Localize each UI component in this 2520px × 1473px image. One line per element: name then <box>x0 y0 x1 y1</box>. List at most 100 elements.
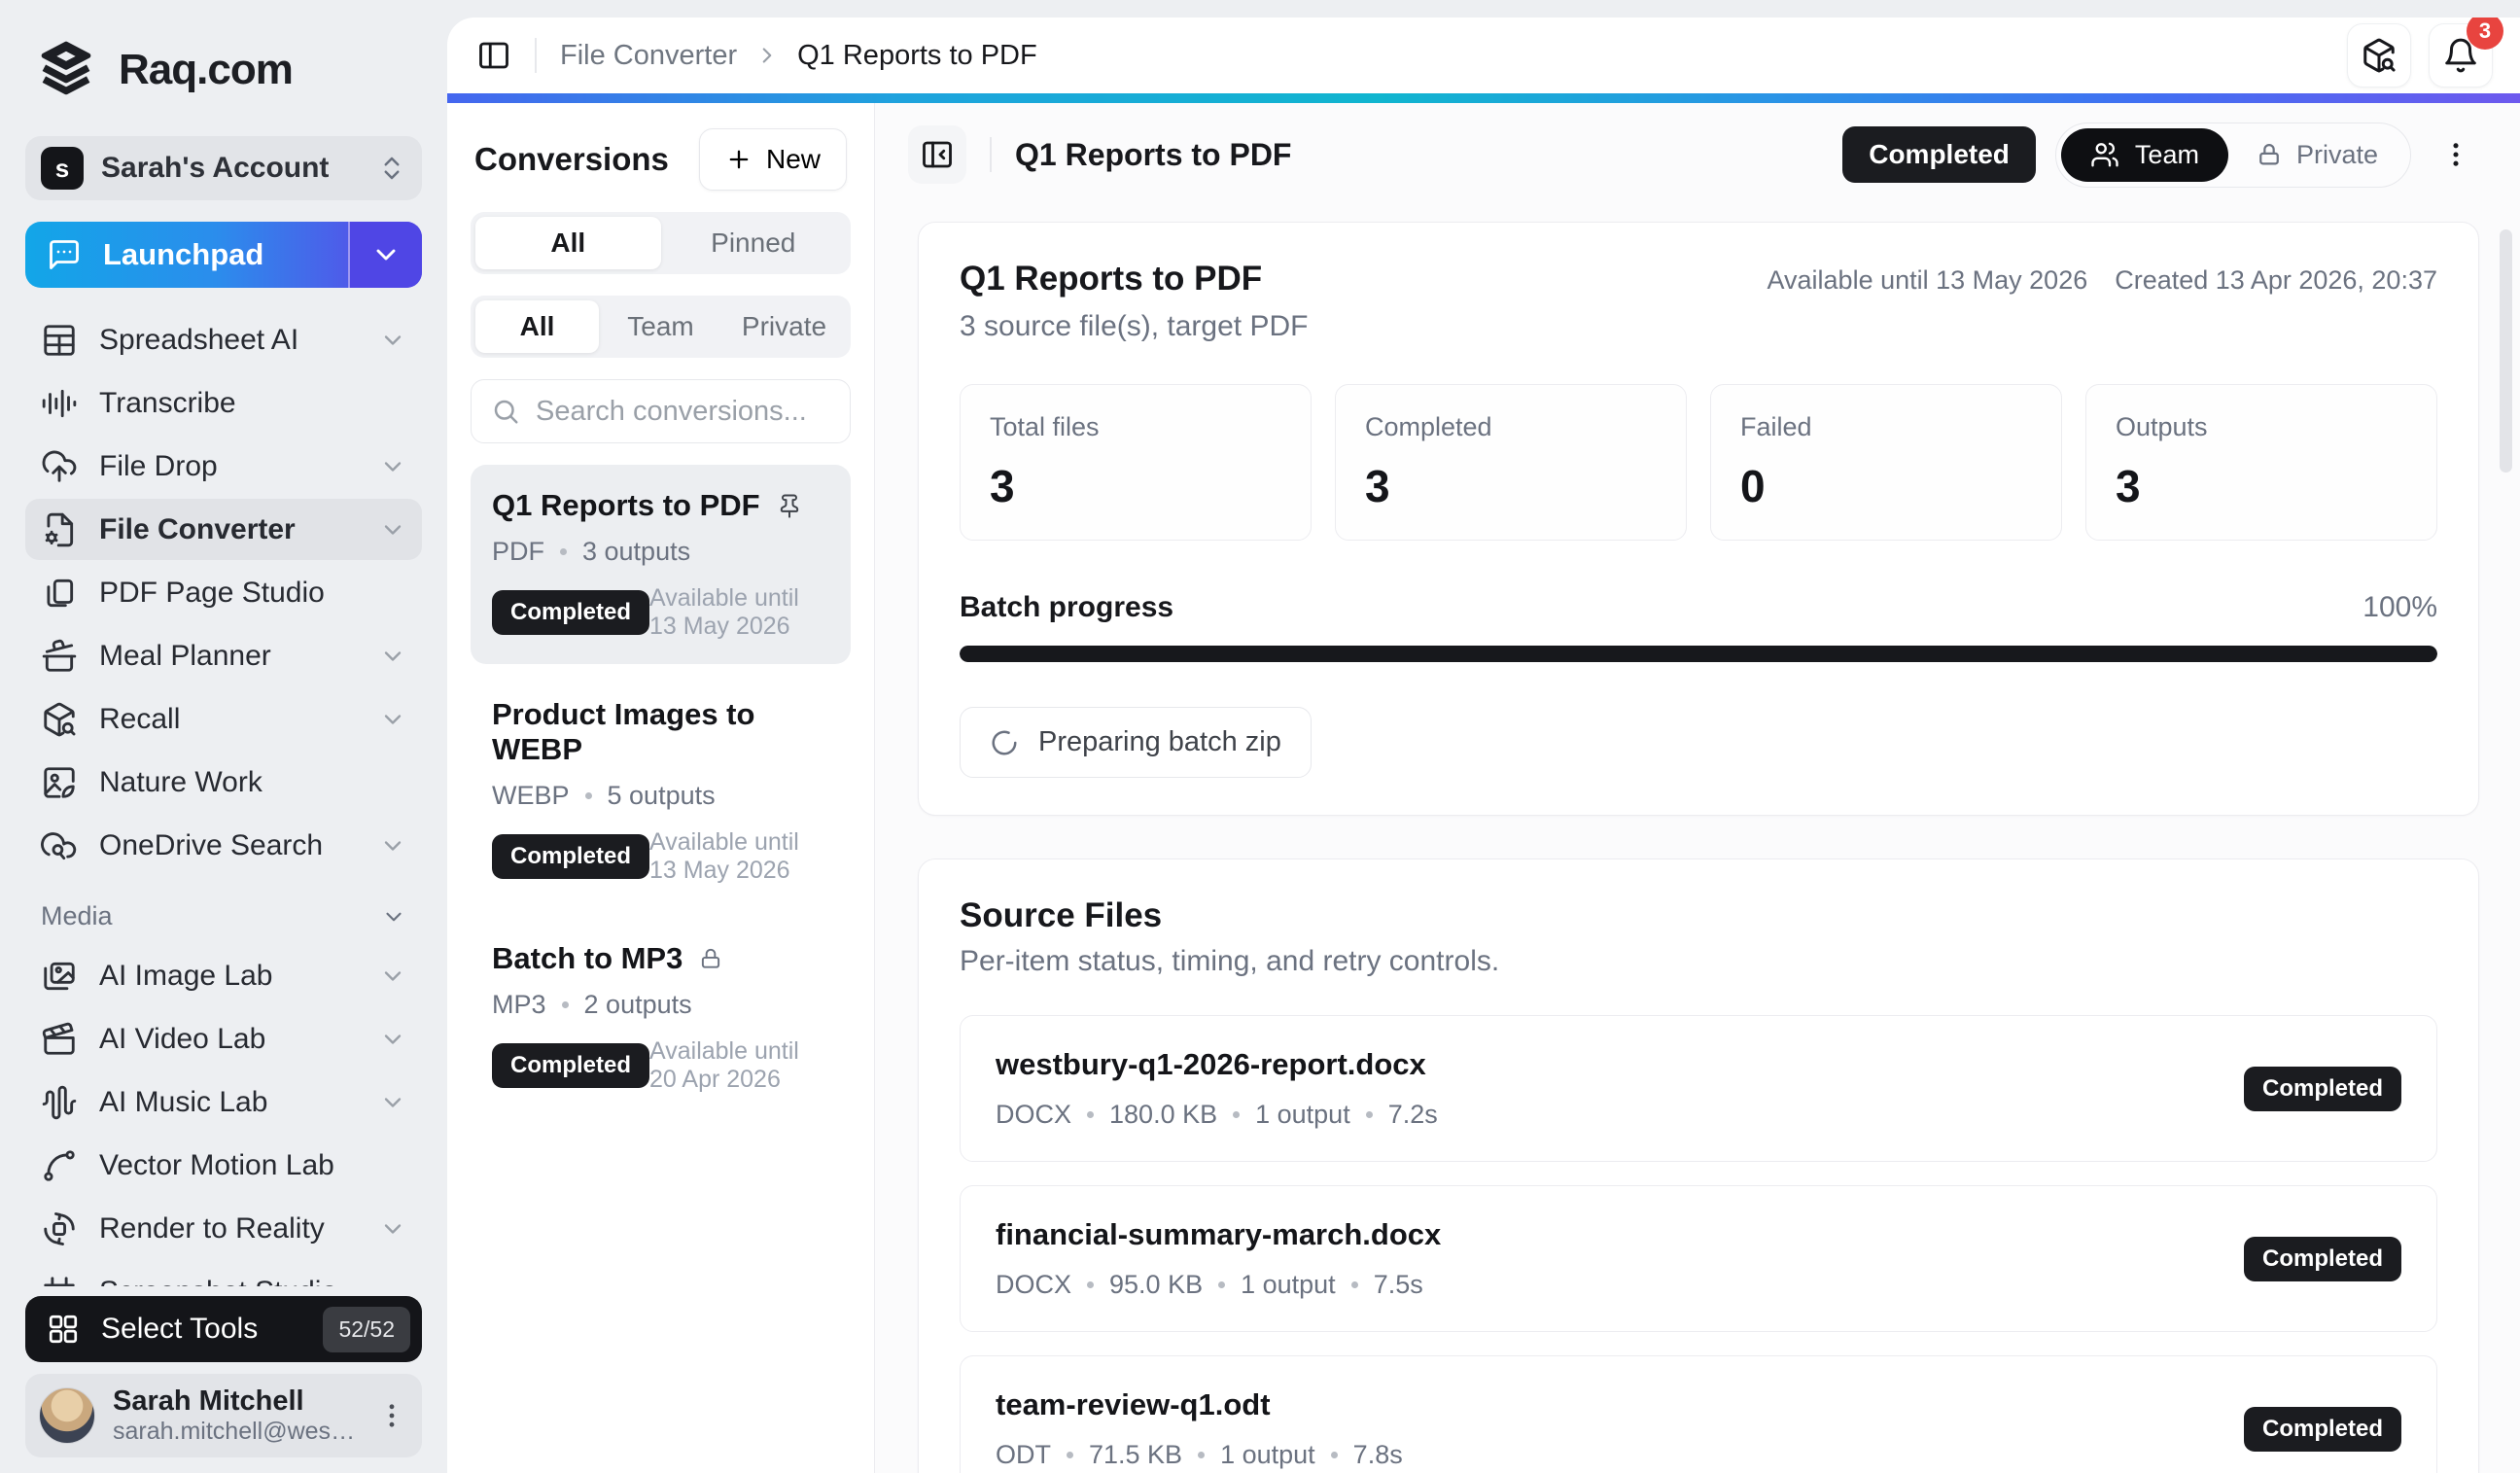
bullet-separator <box>1218 1281 1225 1288</box>
sidebar-item-spreadsheet-ai[interactable]: Spreadsheet AI <box>25 309 422 370</box>
batch-overview-card: Q1 Reports to PDF 3 source file(s), targ… <box>918 222 2479 816</box>
sidebar-toggle-button[interactable] <box>476 38 511 73</box>
conversion-item[interactable]: Batch to MP3 MP3 2 outputs Completed Ava… <box>471 918 851 1117</box>
conversions-header: Conversions New <box>471 124 851 191</box>
file-meta: DOCX 95.0 KB 1 output 7.5s <box>996 1270 1441 1300</box>
search-box <box>471 379 851 443</box>
chevron-down-icon <box>379 832 406 859</box>
sidebar-item-onedrive-search[interactable]: OneDrive Search <box>25 815 422 876</box>
account-switcher[interactable]: s Sarah's Account <box>25 136 422 200</box>
conversion-format: PDF <box>492 537 544 567</box>
launchpad-main[interactable]: Launchpad <box>25 222 348 288</box>
kebab-icon <box>2439 138 2472 171</box>
conversion-item[interactable]: Product Images to WEBP WEBP 5 outputs Co… <box>471 674 851 908</box>
panel-collapse-button[interactable] <box>908 125 966 184</box>
availability-text: Available until 20 Apr 2026 <box>649 1037 829 1094</box>
file-cog-icon <box>41 511 78 548</box>
sidebar-item-screenshot-studio[interactable]: Screenshot Studio <box>25 1261 422 1286</box>
progress-label: Batch progress <box>960 591 1173 624</box>
chevron-down-icon <box>379 516 406 544</box>
user-info: Sarah Mitchell sarah.mitchell@westbur... <box>113 1385 358 1446</box>
page-title: Q1 Reports to PDF <box>1015 137 1291 173</box>
sidebar-item-ai-image-lab[interactable]: AI Image Lab <box>25 945 422 1006</box>
tab-scope-all[interactable]: All <box>475 300 599 353</box>
sidebar-item-transcribe[interactable]: Transcribe <box>25 372 422 434</box>
lock-icon <box>2256 141 2283 168</box>
scrollbar-thumb[interactable] <box>2500 229 2512 473</box>
conversion-outputs: 3 outputs <box>582 537 690 567</box>
tab-all[interactable]: All <box>475 217 661 269</box>
sidebar-item-pdf-page-studio[interactable]: PDF Page Studio <box>25 562 422 623</box>
plus-icon <box>725 146 752 173</box>
main-area: File Converter Q1 Reports to PDF 3 Conve… <box>447 18 2520 1473</box>
stat-failed: Failed 0 <box>1710 384 2062 541</box>
cloud-upload-icon <box>41 448 78 485</box>
app-screen: Raq.com s Sarah's Account Launchpad <box>0 0 2520 1473</box>
tab-scope-private[interactable]: Private <box>722 300 846 353</box>
new-conversion-button[interactable]: New <box>699 128 847 191</box>
progress-bar-fill <box>960 646 2437 662</box>
content-scroll[interactable]: Q1 Reports to PDF 3 source file(s), targ… <box>875 193 2520 1473</box>
sidebar-item-meal-planner[interactable]: Meal Planner <box>25 625 422 686</box>
notifications-button[interactable]: 3 <box>2429 23 2493 88</box>
stat-outputs: Outputs 3 <box>2085 384 2437 541</box>
user-card[interactable]: Sarah Mitchell sarah.mitchell@westbur... <box>25 1374 422 1457</box>
sidebar-item-render-to-reality[interactable]: Render to Reality <box>25 1198 422 1259</box>
status-badge: Completed <box>492 590 649 635</box>
package-search-icon <box>41 701 78 738</box>
package-search-icon <box>2361 37 2398 74</box>
chat-bubble-icon <box>47 237 82 272</box>
user-menu-button[interactable] <box>375 1399 408 1432</box>
divider <box>535 38 537 73</box>
search-input[interactable] <box>536 396 830 428</box>
launchpad-button[interactable]: Launchpad <box>25 222 422 288</box>
sidebar-item-ai-music-lab[interactable]: AI Music Lab <box>25 1071 422 1133</box>
chevron-down-icon <box>379 1215 406 1243</box>
breadcrumb: File Converter Q1 Reports to PDF <box>560 40 1037 72</box>
launchpad-expand-button[interactable] <box>348 222 422 288</box>
bullet-separator <box>1366 1111 1373 1118</box>
visibility-private-button[interactable]: Private <box>2228 128 2405 182</box>
chevron-down-icon <box>379 453 406 480</box>
layout-grid-icon <box>47 1313 80 1346</box>
bullet-separator <box>1331 1452 1338 1458</box>
sidebar-item-recall[interactable]: Recall <box>25 688 422 750</box>
conversion-item[interactable]: Q1 Reports to PDF PDF 3 outputs Complete… <box>471 465 851 664</box>
chevron-down-icon <box>379 963 406 990</box>
select-tools-button[interactable]: Select Tools 52/52 <box>25 1296 422 1362</box>
spline-icon <box>41 1147 78 1184</box>
more-options-button[interactable] <box>2431 129 2481 180</box>
pin-icon <box>776 492 803 519</box>
sidebar: Raq.com s Sarah's Account Launchpad <box>0 0 447 1473</box>
bullet-separator <box>560 548 567 555</box>
sidebar-item-nature-work[interactable]: Nature Work <box>25 752 422 813</box>
chevron-down-icon <box>379 1089 406 1116</box>
file-row[interactable]: team-review-q1.odt ODT 71.5 KB 1 output <box>960 1355 2437 1473</box>
created-text: Created 13 Apr 2026, 20:37 <box>2115 265 2437 296</box>
breadcrumb-section[interactable]: File Converter <box>560 40 737 72</box>
pages-icon <box>41 575 78 612</box>
file-row[interactable]: westbury-q1-2026-report.docx DOCX 180.0 … <box>960 1015 2437 1162</box>
tools-count-badge: 52/52 <box>323 1307 410 1352</box>
preparing-zip-button[interactable]: Preparing batch zip <box>960 707 1312 778</box>
conversion-outputs: 5 outputs <box>608 781 716 811</box>
sidebar-section-media[interactable]: Media <box>25 878 422 943</box>
chevron-down-icon <box>379 1279 406 1287</box>
batch-status-badge: Completed <box>1842 126 2036 183</box>
package-search-button[interactable] <box>2347 23 2411 88</box>
conversion-outputs: 2 outputs <box>584 990 692 1020</box>
sidebar-item-vector-motion-lab[interactable]: Vector Motion Lab <box>25 1135 422 1196</box>
tab-pinned[interactable]: Pinned <box>661 217 847 269</box>
brand-logo-icon <box>33 37 99 103</box>
sidebar-item-file-converter[interactable]: File Converter <box>25 499 422 560</box>
sidebar-item-ai-video-lab[interactable]: AI Video Lab <box>25 1008 422 1070</box>
visibility-team-button[interactable]: Team <box>2061 128 2228 182</box>
body-row: Conversions New All Pinned All Team Priv… <box>447 103 2520 1473</box>
tab-scope-team[interactable]: Team <box>599 300 722 353</box>
chevron-down-icon <box>381 904 406 929</box>
sidebar-item-file-drop[interactable]: File Drop <box>25 436 422 497</box>
conversions-panel: Conversions New All Pinned All Team Priv… <box>447 103 875 1473</box>
file-row[interactable]: financial-summary-march.docx DOCX 95.0 K… <box>960 1185 2437 1332</box>
batch-meta: Available until 13 May 2026 Created 13 A… <box>1768 260 2438 296</box>
chevron-down-icon <box>379 643 406 670</box>
